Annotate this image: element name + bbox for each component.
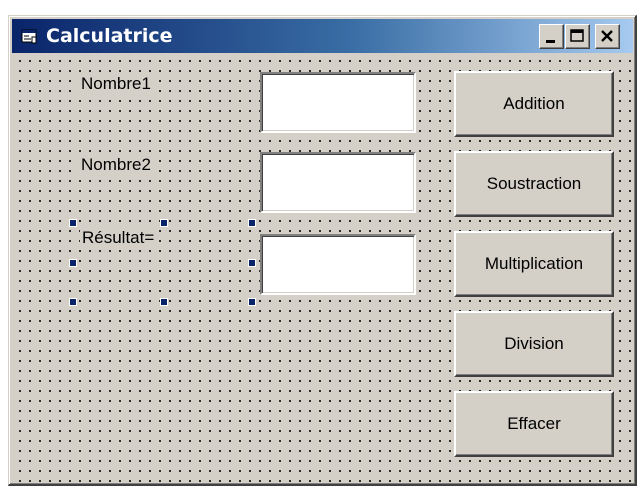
resultat-label[interactable]: Résultat= bbox=[80, 228, 157, 248]
close-icon bbox=[601, 30, 613, 42]
calculatrice-window: Calculatrice Nombre1 Nombre2 Résultat= A… bbox=[8, 15, 637, 486]
minimize-icon bbox=[546, 40, 555, 43]
selection-handle-top-right[interactable] bbox=[248, 219, 256, 227]
effacer-button[interactable]: Effacer bbox=[454, 391, 614, 457]
title-bar[interactable]: Calculatrice bbox=[12, 19, 633, 53]
multiplication-button[interactable]: Multiplication bbox=[454, 231, 614, 297]
resultat-input[interactable] bbox=[260, 234, 416, 295]
addition-button[interactable]: Addition bbox=[454, 71, 614, 137]
selection-handle-top-left[interactable] bbox=[69, 219, 77, 227]
selection-handle-bottom[interactable] bbox=[160, 298, 168, 306]
nombre2-label: Nombre2 bbox=[79, 155, 153, 175]
nombre1-input[interactable] bbox=[260, 72, 416, 133]
nombre2-input[interactable] bbox=[260, 152, 416, 213]
soustraction-button[interactable]: Soustraction bbox=[454, 151, 614, 217]
maximize-button[interactable] bbox=[565, 24, 590, 49]
form-design-surface[interactable]: Nombre1 Nombre2 Résultat= Addition Soust… bbox=[12, 53, 633, 482]
division-button[interactable]: Division bbox=[454, 311, 614, 377]
maximize-icon bbox=[570, 29, 584, 42]
selection-handle-bottom-right[interactable] bbox=[248, 298, 256, 306]
minimize-button[interactable] bbox=[539, 24, 564, 49]
selection-handle-left[interactable] bbox=[69, 259, 77, 267]
selection-handle-bottom-left[interactable] bbox=[69, 298, 77, 306]
selection-handle-top[interactable] bbox=[160, 219, 168, 227]
window-title: Calculatrice bbox=[46, 25, 173, 47]
selection-handle-right[interactable] bbox=[248, 259, 256, 267]
form-icon bbox=[21, 28, 37, 44]
nombre1-label: Nombre1 bbox=[79, 74, 153, 94]
close-button[interactable] bbox=[595, 24, 620, 49]
